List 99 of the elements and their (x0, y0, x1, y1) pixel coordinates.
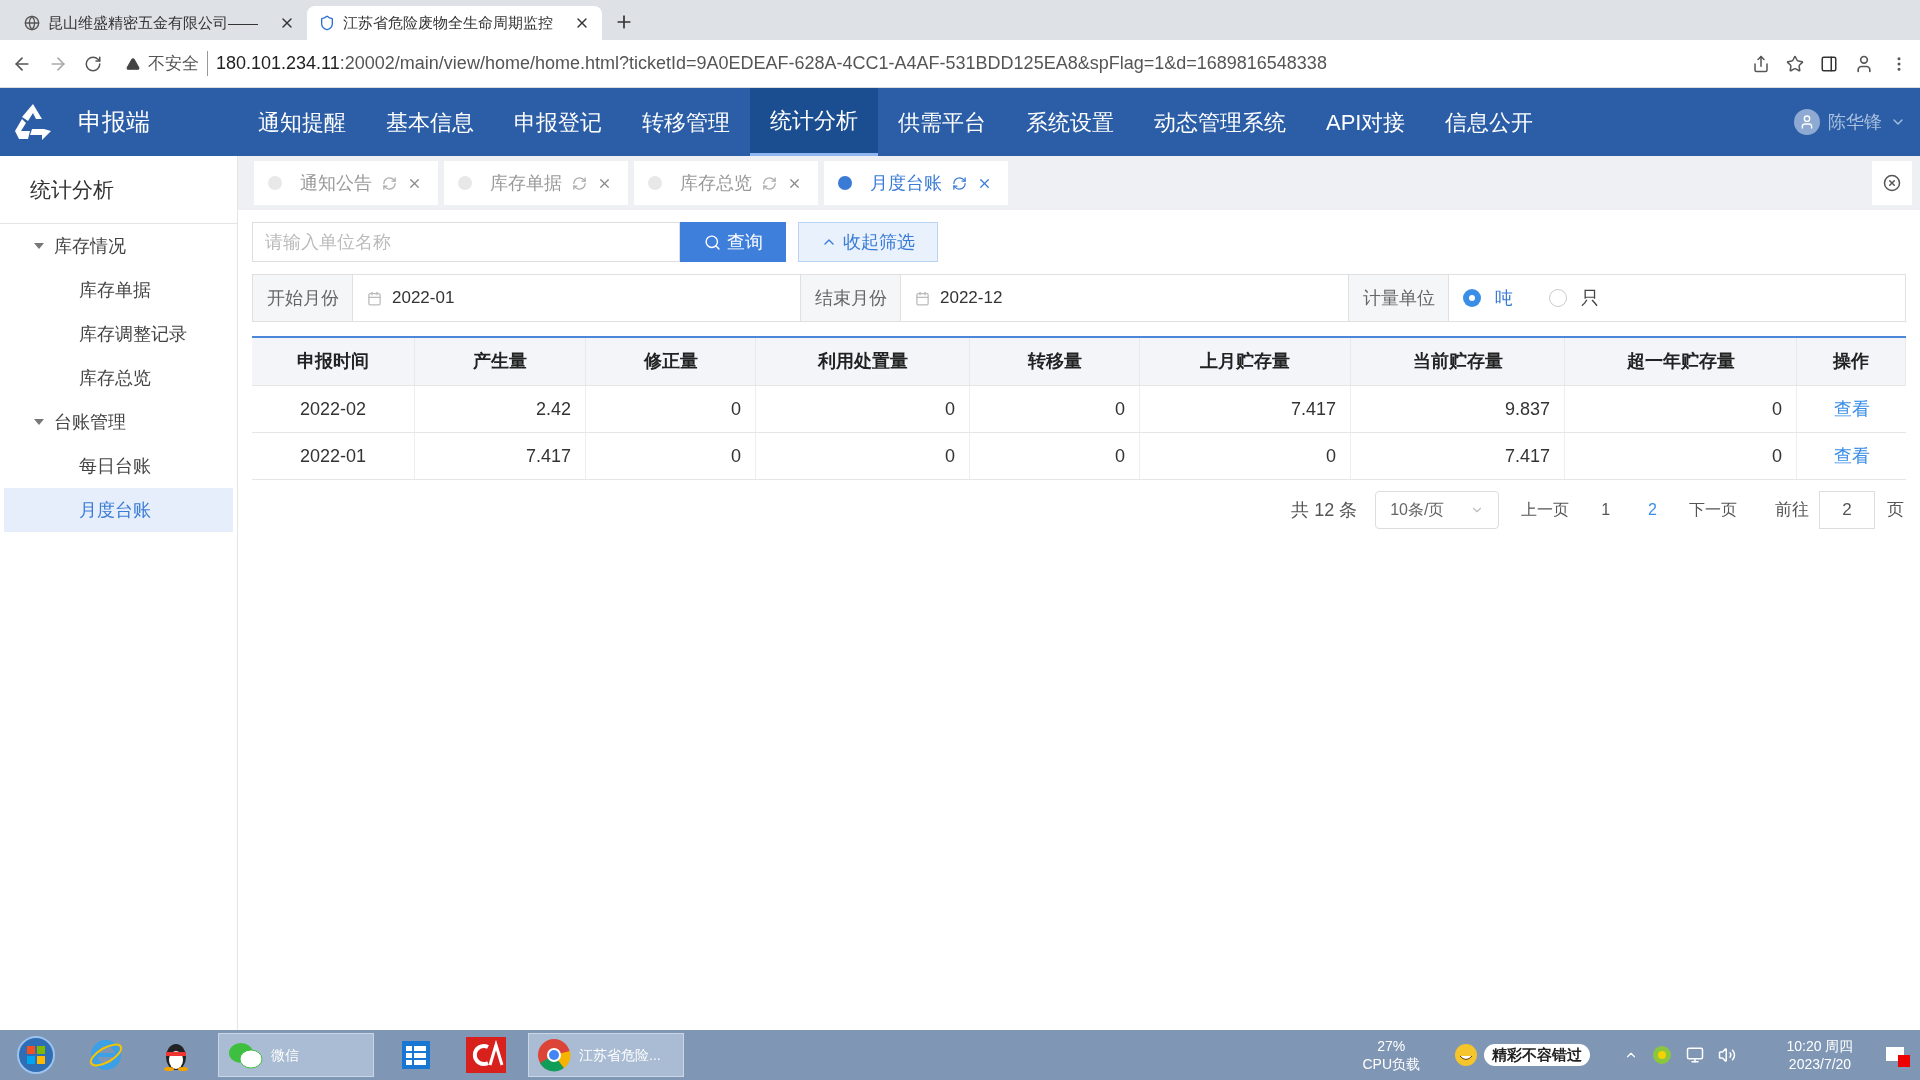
nav-item[interactable]: 申报登记 (494, 88, 622, 156)
search-icon (703, 233, 721, 251)
smiley-icon (1454, 1043, 1478, 1067)
column-header: 转移量 (970, 338, 1140, 385)
sidebar-item[interactable]: 月度台账 (4, 488, 233, 532)
column-header: 当前贮存量 (1351, 338, 1565, 385)
filter-label: 开始月份 (253, 275, 353, 321)
page-size-select[interactable]: 10条/页 (1375, 491, 1500, 529)
url-text: 180.101.234.11:20002/main/view/home/home.html?ticketId=9A0EDEAF-628A-4CC1-A4AF-531BDD125EA8&spFlag=1&d=1689816548338 (216, 52, 1327, 75)
table-cell: 0 (970, 433, 1140, 479)
user-avatar-icon (1799, 114, 1815, 130)
column-header: 操作 (1797, 338, 1906, 385)
globe-icon (24, 15, 40, 31)
nav-item[interactable]: 统计分析 (750, 88, 878, 156)
user-name: 陈华锋 (1828, 110, 1882, 134)
table-cell: 0 (1565, 386, 1797, 432)
nav-item[interactable]: 基本信息 (366, 88, 494, 156)
browser-tab[interactable]: 江苏省危险废物全生命周期监控 (307, 6, 602, 40)
table-cell: 0 (1565, 433, 1797, 479)
chrome-browser-icon (537, 1038, 571, 1072)
caret-down-icon (34, 419, 44, 425)
goto-suffix: 页 (1887, 499, 1904, 522)
unit-radio[interactable]: 吨 (1463, 284, 1513, 312)
search-button[interactable]: 查询 (680, 222, 786, 262)
table-cell: 0 (970, 386, 1140, 432)
next-page-button[interactable]: 下一页 (1685, 498, 1741, 522)
table-cell: 0 (586, 386, 756, 432)
nav-item[interactable]: 通知提醒 (238, 88, 366, 156)
nav-item[interactable]: 信息公开 (1425, 88, 1554, 156)
page-number[interactable]: 1 (1591, 498, 1621, 522)
sidebar-item[interactable]: 每日台账 (4, 444, 233, 488)
sidebar-title: 统计分析 (30, 176, 114, 203)
warning-icon (126, 56, 140, 71)
table-cell: 0 (756, 386, 970, 432)
volume-icon[interactable] (1718, 1046, 1736, 1064)
profile-icon[interactable] (1854, 53, 1874, 74)
sidebar-item[interactable]: 库存调整记录 (4, 312, 233, 356)
column-header: 申报时间 (252, 338, 415, 385)
table-cell: 0 (1140, 433, 1351, 479)
app-logo-icon[interactable] (466, 1037, 506, 1073)
sidebar-item[interactable]: 库存总览 (4, 356, 233, 400)
table-cell: 9.837 (1351, 386, 1565, 432)
network-icon[interactable] (1686, 1046, 1704, 1064)
table-cell: 0 (756, 433, 970, 479)
nav-item[interactable]: 供需平台 (878, 88, 1006, 156)
side-panel-icon[interactable] (1820, 54, 1838, 73)
app-name: 申报端 (78, 107, 150, 137)
table-cell: 7.417 (1140, 386, 1351, 432)
refresh-icon[interactable] (952, 175, 967, 191)
table-cell: 2022-01 (252, 433, 415, 479)
browser-tab-title: 昆山维盛精密五金有限公司—— (48, 12, 259, 33)
table-cell: 7.417 (1351, 433, 1565, 479)
calendar-icon (367, 290, 382, 306)
user-menu[interactable]: 陈华锋 (1794, 88, 1920, 156)
nav-item[interactable]: 转移管理 (622, 88, 750, 156)
view-link[interactable]: 查看 (1833, 442, 1870, 470)
goto-label: 前往 (1775, 499, 1809, 522)
column-header: 上月贮存量 (1140, 338, 1351, 385)
column-header: 超一年贮存量 (1565, 338, 1797, 385)
caret-down-icon (34, 243, 44, 249)
calendar-icon (915, 290, 930, 306)
page-number[interactable]: 2 (1638, 498, 1667, 522)
total-count: 共 12 条 (1291, 498, 1358, 522)
bookmark-star-icon[interactable] (1786, 54, 1804, 73)
chat-bubbles-icon (227, 1040, 263, 1070)
security-label: 不安全 (148, 50, 208, 77)
reload-icon[interactable] (84, 54, 102, 73)
tray-shield-icon (1652, 1045, 1672, 1065)
column-header: 产生量 (415, 338, 586, 385)
page-tab[interactable]: 月度台账 (824, 161, 1008, 205)
nav-item[interactable]: 系统设置 (1006, 88, 1134, 156)
browser-tab-title: 江苏省危险废物全生命周期监控 (343, 12, 554, 33)
unit-radio[interactable]: 只 (1549, 284, 1599, 312)
filter-label: 结束月份 (801, 275, 901, 321)
column-header: 利用处置量 (756, 338, 970, 385)
nav-item[interactable]: API对接 (1306, 88, 1426, 156)
filter-label: 计量单位 (1349, 275, 1449, 321)
close-all-tabs-button[interactable] (1872, 161, 1912, 205)
company-search-field[interactable]: 请输入单位名称 (252, 222, 680, 262)
table-cell: 2.42 (415, 386, 586, 432)
sidebar-item[interactable]: 库存单据 (4, 268, 233, 312)
table-cell: 2022-02 (252, 386, 415, 432)
prev-page-button[interactable]: 上一页 (1517, 498, 1574, 522)
close-icon (1883, 174, 1901, 192)
browser-tab[interactable]: 昆山维盛精密五金有限公司—— (12, 6, 307, 40)
table-cell: 7.417 (415, 433, 586, 479)
sidebar-group[interactable]: 库存情况 (0, 224, 237, 268)
view-link[interactable]: 查看 (1833, 395, 1870, 423)
column-header: 修正量 (586, 338, 756, 385)
start-orb-icon[interactable] (16, 1035, 56, 1075)
share-icon[interactable] (1752, 54, 1770, 73)
collapse-filter-button[interactable]: 收起筛选 (798, 222, 938, 262)
table-cell: 0 (586, 433, 756, 479)
sidebar-group[interactable]: 台账管理 (0, 400, 237, 444)
nav-item[interactable]: 动态管理系统 (1134, 88, 1306, 156)
shield-icon (319, 15, 335, 31)
cpu-meter: 27% CPU负载 (1362, 1037, 1420, 1073)
promo-label[interactable]: 精彩不容错过 (1484, 1043, 1590, 1067)
goto-page-field[interactable]: 2 (1819, 491, 1875, 529)
